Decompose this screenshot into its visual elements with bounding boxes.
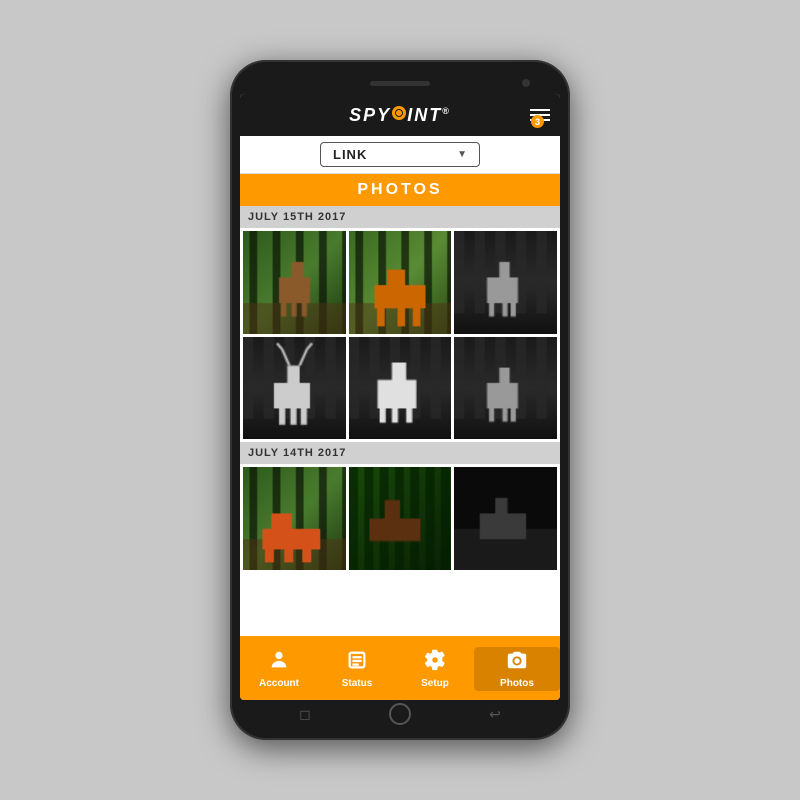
nav-label-setup: Setup (421, 678, 449, 689)
chevron-down-icon: ▼ (457, 149, 467, 160)
nav-item-photos[interactable]: Photos (474, 647, 560, 691)
phone-bottom-bar: ◻ ↩ (240, 700, 560, 728)
front-camera (522, 79, 530, 87)
nav-label-account: Account (259, 678, 299, 689)
camera-icon (506, 649, 528, 675)
logo-point-text: INT (407, 105, 442, 125)
photo-cell[interactable] (243, 231, 346, 334)
gear-icon (424, 649, 446, 675)
photo-grid-july15 (240, 228, 560, 442)
photo-grid-july14 (240, 464, 560, 573)
photo-cell[interactable] (243, 467, 346, 570)
nav-item-status[interactable]: Status (318, 649, 396, 689)
phone-screen: SPYINT® 3 LINK ▼ PHOTOS JULY 15TH 2017 (240, 94, 560, 700)
menu-button[interactable]: 3 (530, 109, 550, 121)
nav-item-setup[interactable]: Setup (396, 649, 474, 689)
person-icon (268, 649, 290, 675)
nav-item-account[interactable]: Account (240, 649, 318, 689)
nav-label-status: Status (342, 678, 373, 689)
bottom-nav: Account Status (240, 636, 560, 700)
photo-cell[interactable] (243, 337, 346, 440)
camera-selector-bar: LINK ▼ (240, 136, 560, 174)
phone-top-bar (240, 72, 560, 94)
phone-device: SPYINT® 3 LINK ▼ PHOTOS JULY 15TH 2017 (230, 60, 570, 740)
photo-cell[interactable] (349, 231, 452, 334)
photos-title: PHOTOS (357, 181, 442, 198)
photo-cell[interactable] (349, 467, 452, 570)
back-button[interactable]: ◻ (299, 706, 311, 723)
photo-cell[interactable] (454, 337, 557, 440)
nav-label-photos: Photos (500, 678, 534, 689)
list-icon (346, 649, 368, 675)
app-header: SPYINT® 3 (240, 94, 560, 136)
photo-cell[interactable] (454, 231, 557, 334)
date-header-july15: JULY 15TH 2017 (240, 206, 560, 228)
target-dot-icon (392, 106, 406, 120)
recents-button[interactable]: ↩ (489, 706, 501, 723)
photos-content[interactable]: JULY 15TH 2017 (240, 206, 560, 636)
camera-dropdown-value: LINK (333, 147, 367, 162)
menu-badge: 3 (531, 115, 544, 128)
photo-cell[interactable] (349, 337, 452, 440)
photos-title-bar: PHOTOS (240, 174, 560, 206)
photo-cell[interactable] (454, 467, 557, 570)
date-header-july14: JULY 14TH 2017 (240, 442, 560, 464)
phone-speaker (370, 81, 430, 86)
home-button[interactable] (389, 703, 411, 725)
logo-spy-text: SPY (349, 105, 391, 125)
camera-dropdown[interactable]: LINK ▼ (320, 142, 480, 167)
app-logo: SPYINT® (349, 105, 451, 126)
